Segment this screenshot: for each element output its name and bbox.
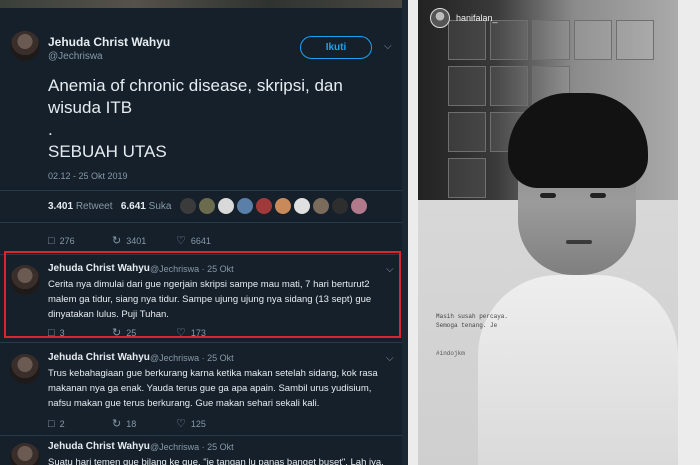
liker-avatars [180, 198, 367, 214]
avatar[interactable] [218, 198, 234, 214]
avatar[interactable] [294, 198, 310, 214]
divider [0, 222, 402, 223]
like-button[interactable]: ♡ 125 [176, 417, 240, 430]
shirt [478, 275, 678, 465]
avatar[interactable] [275, 198, 291, 214]
retweet-count[interactable]: 3.401 [48, 201, 73, 212]
avatar[interactable] [351, 198, 367, 214]
follow-button[interactable]: Ikuti [300, 36, 372, 59]
tweet-text-dot: . [48, 120, 53, 139]
tweet-text-line-2: wisuda ITB [48, 98, 133, 117]
locker [616, 20, 654, 60]
eye [540, 193, 556, 198]
retweet-button[interactable]: ↻ 3401 [112, 234, 176, 247]
reply-handle-time[interactable]: @Jechriswa · 25 Okt [150, 353, 234, 363]
reply-text: Suatu hari temen gue bilang ke gue, "je … [48, 457, 384, 465]
heart-icon: ♡ [176, 418, 186, 430]
story-caption-line-2: Semoga tenang. Je [436, 322, 498, 329]
instagram-story-panel: hanifalan_ Masih susah percaya. Semoga t… [408, 0, 700, 465]
top-image-strip [0, 0, 402, 8]
heart-icon: ♡ [176, 235, 186, 247]
avatar[interactable] [313, 198, 329, 214]
tweet-actions: □ 276 ↻ 3401 ♡ 6641 [48, 234, 240, 248]
like-count: 6641 [190, 235, 211, 246]
author-handle[interactable]: @Jechriswa [48, 51, 103, 62]
reply-button[interactable]: □ 276 [48, 235, 112, 247]
like-button[interactable]: ♡ 6641 [176, 234, 240, 247]
divider [0, 342, 402, 343]
tweet-text-line-1: Anemia of chronic disease, skripsi, dan [48, 76, 343, 95]
mustache [566, 240, 592, 244]
reply-button[interactable]: □ 2 [48, 418, 112, 430]
twitter-panel: Jehuda Christ Wahyu @Jechriswa Ikuti ⌵ A… [0, 0, 402, 465]
hair [508, 93, 648, 188]
reply-author-name[interactable]: Jehuda Christ Wahyu [48, 441, 150, 452]
story-caption: Masih susah percaya. Semoga tenang. Je [436, 312, 508, 330]
locker [574, 20, 612, 60]
story-username[interactable]: hanifalan_ [456, 13, 498, 23]
chevron-down-icon[interactable]: ⌵ [386, 353, 394, 364]
reply-handle-time[interactable]: @Jechriswa · 25 Okt [150, 442, 234, 452]
divider [0, 435, 402, 436]
retweet-count: 3401 [126, 235, 147, 246]
avatar[interactable] [256, 198, 272, 214]
tweet-text-line-3: SEBUAH UTAS [48, 142, 167, 161]
person-photo [478, 85, 678, 465]
avatar[interactable] [10, 443, 40, 465]
retweet-icon: ↻ [112, 418, 122, 430]
retweet-label: Retweet [75, 201, 113, 212]
locker [532, 20, 570, 60]
author-name[interactable]: Jehuda Christ Wahyu [48, 35, 170, 49]
avatar[interactable] [180, 198, 196, 214]
retweet-button[interactable]: ↻ 18 [112, 417, 176, 430]
avatar[interactable] [10, 31, 40, 61]
avatar[interactable] [10, 354, 40, 384]
retweet-icon: ↻ [112, 235, 122, 247]
like-count: 125 [190, 418, 206, 429]
avatar[interactable] [237, 198, 253, 214]
like-count[interactable]: 6.641 [121, 201, 146, 212]
chevron-down-icon[interactable]: ⌵ [384, 41, 392, 52]
reply-author-name[interactable]: Jehuda Christ Wahyu [48, 352, 150, 363]
tweet-timestamp[interactable]: 02.12 - 25 Okt 2019 [48, 171, 128, 181]
reply-icon: □ [48, 234, 55, 247]
story-user[interactable]: hanifalan_ [430, 8, 498, 28]
avatar[interactable] [332, 198, 348, 214]
reply-text: Trus kebahagiaan gue berkurang karna ket… [48, 368, 378, 409]
divider [0, 190, 402, 191]
story-caption-line-1: Masih susah percaya. [436, 313, 509, 320]
reply-icon: □ [48, 417, 55, 430]
eye [590, 193, 606, 198]
retweet-count: 18 [126, 418, 137, 429]
avatar[interactable] [430, 8, 450, 28]
story-hashtag[interactable]: #indojkm [436, 350, 465, 357]
reply-count: 276 [59, 235, 75, 246]
highlight-box [4, 251, 401, 338]
avatar[interactable] [199, 198, 215, 214]
tweet-actions: □ 2 ↻ 18 ♡ 125 [48, 417, 240, 431]
story-photo: hanifalan_ Masih susah percaya. Semoga t… [418, 0, 678, 465]
reply-count: 2 [59, 418, 65, 429]
engagement-stats: 3.401 Retweet 6.641 Suka [48, 201, 171, 212]
like-label: Suka [148, 201, 172, 212]
